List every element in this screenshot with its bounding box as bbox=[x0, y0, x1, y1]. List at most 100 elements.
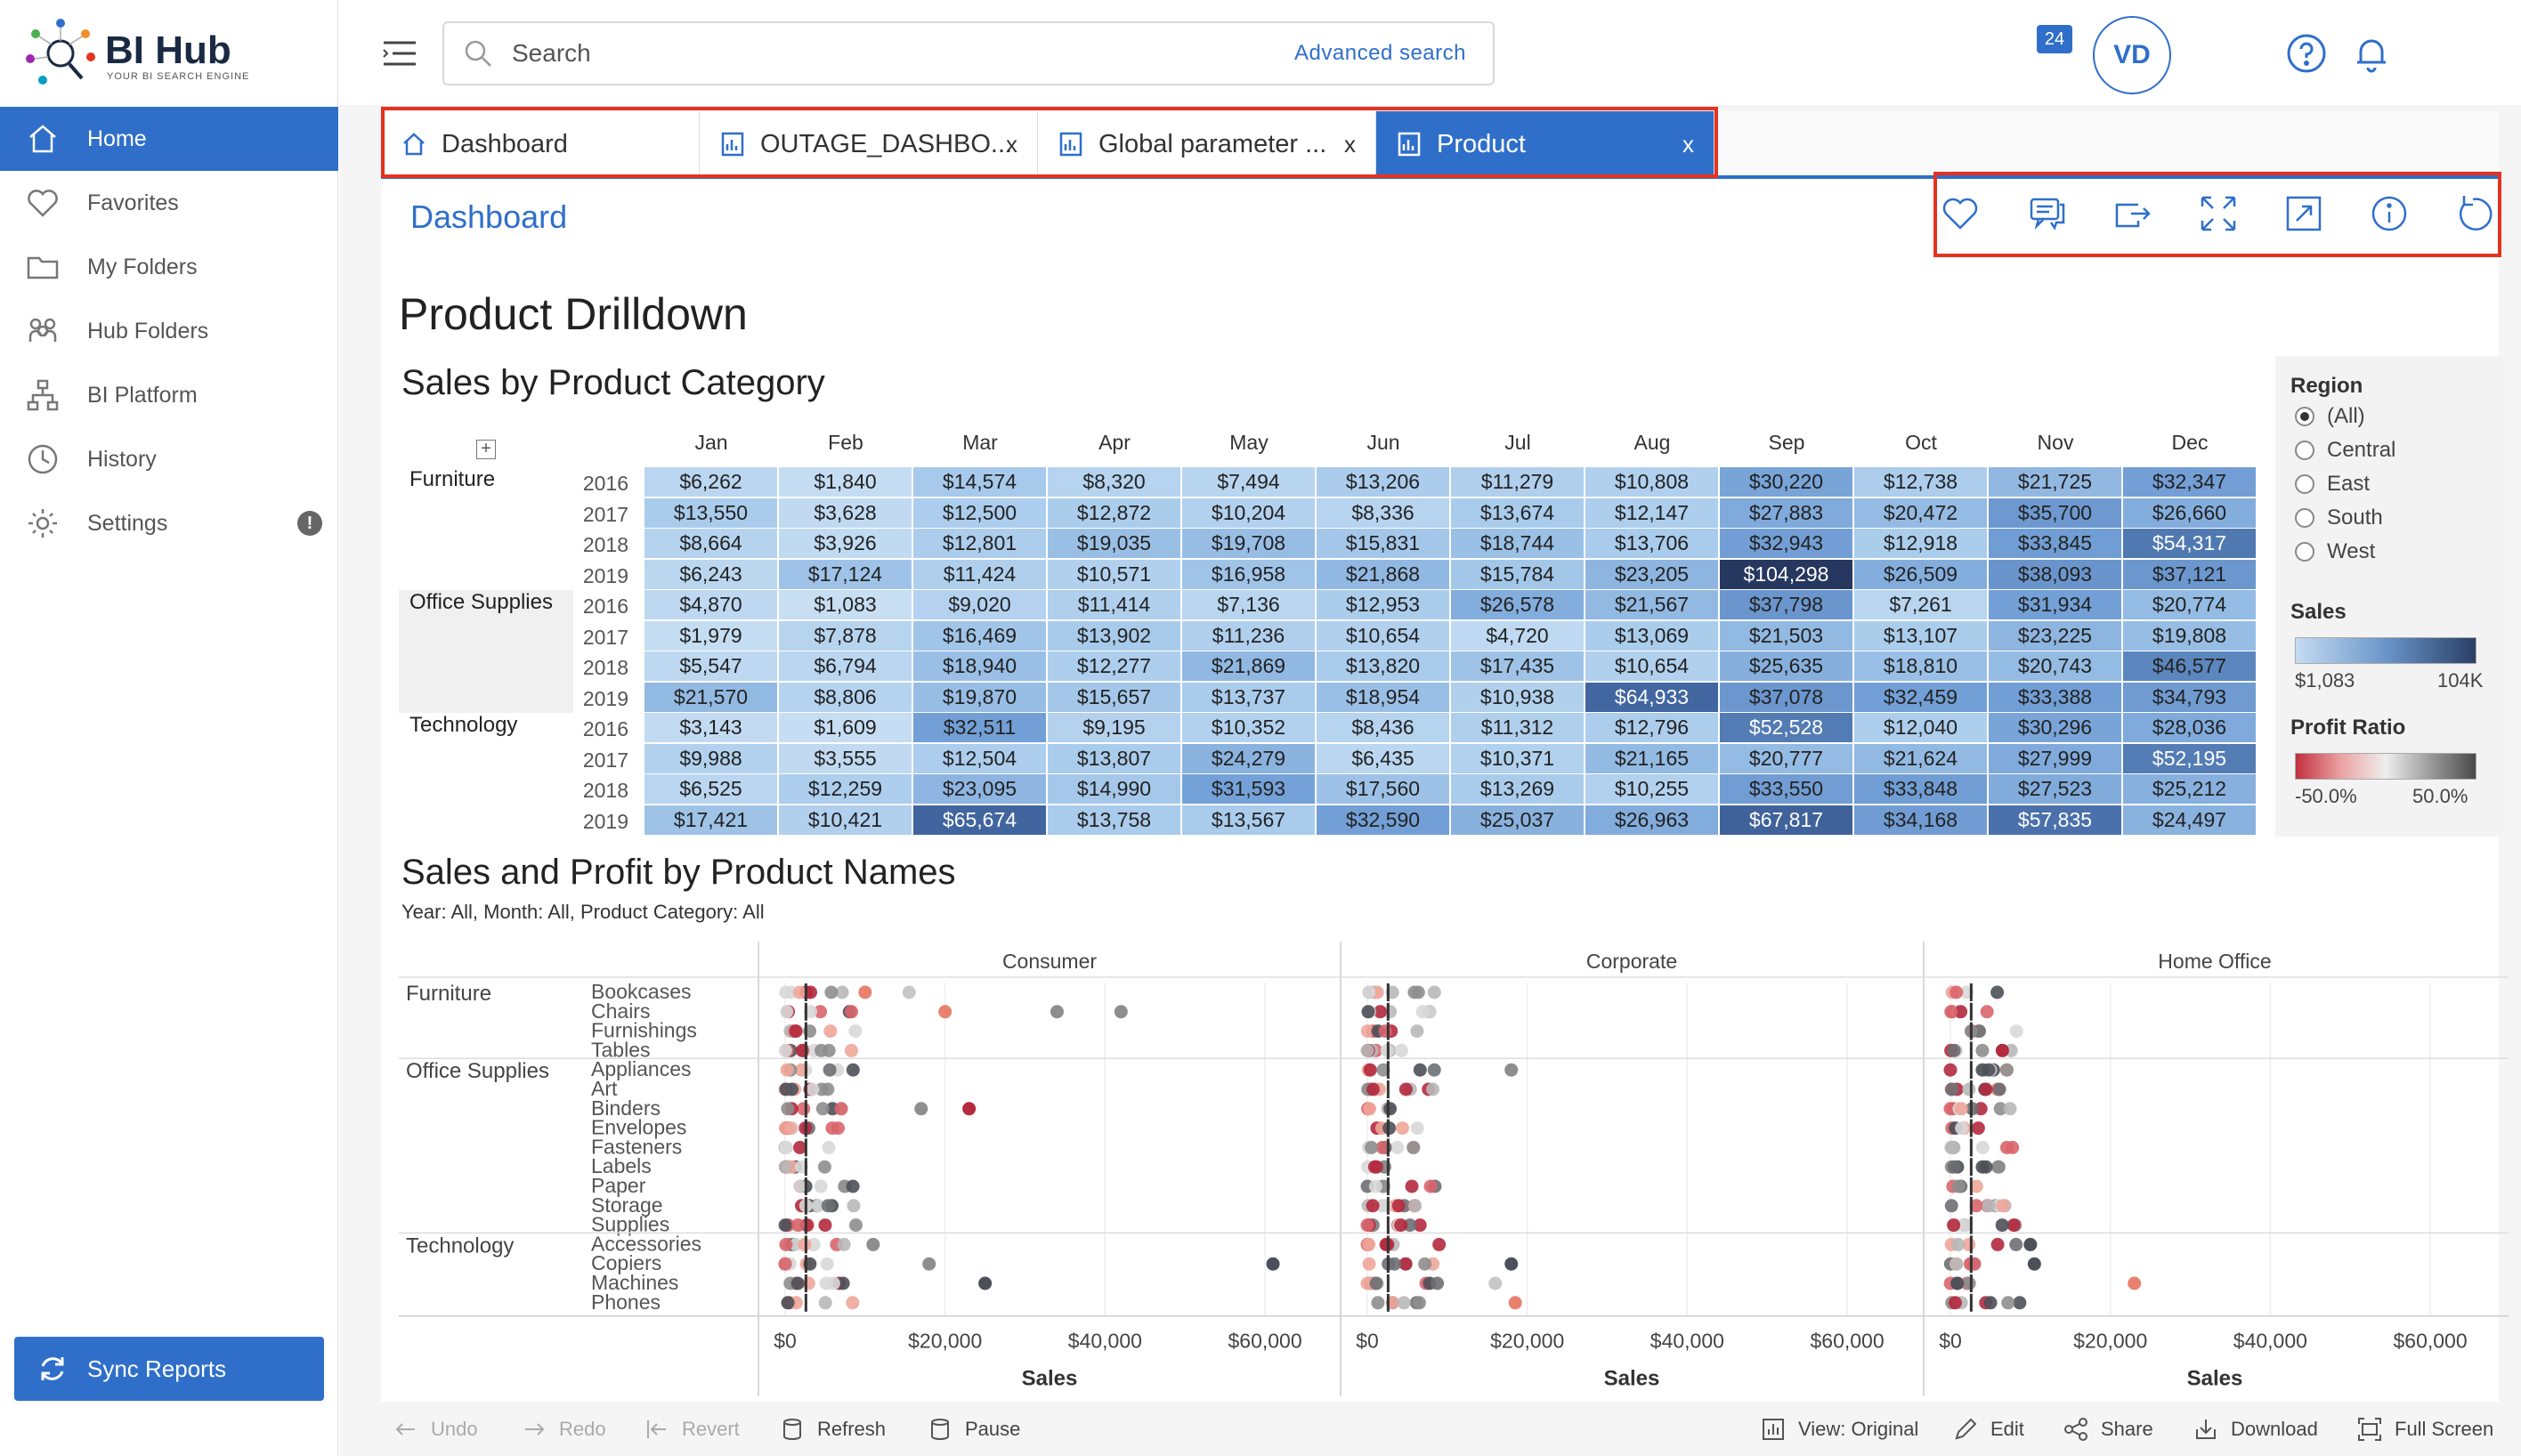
scatter-point[interactable] bbox=[1950, 1257, 1964, 1271]
heatmap-cell[interactable]: $31,934 bbox=[1989, 590, 2121, 619]
heatmap-cell[interactable]: $7,261 bbox=[1854, 590, 1987, 619]
heatmap-cell[interactable]: $16,469 bbox=[913, 620, 1046, 651]
tab-close-button[interactable]: x bbox=[1682, 131, 1694, 158]
heatmap-cell[interactable]: $7,878 bbox=[779, 620, 912, 651]
scatter-point[interactable] bbox=[790, 1276, 805, 1290]
scatter-point-outlier[interactable] bbox=[1504, 1257, 1519, 1271]
scatter-point[interactable] bbox=[1366, 1082, 1380, 1096]
scatter-point[interactable] bbox=[1951, 1237, 1966, 1251]
heatmap-cell[interactable]: $21,869 bbox=[1182, 651, 1315, 681]
scatter-point[interactable] bbox=[2001, 1296, 2015, 1310]
scatter-point[interactable] bbox=[1390, 1140, 1405, 1154]
heatmap-cell[interactable]: $104,298 bbox=[1720, 559, 1852, 589]
heatmap-cell[interactable]: $25,037 bbox=[1451, 805, 1584, 835]
scatter-point[interactable] bbox=[789, 1024, 803, 1039]
heatmap-cell[interactable]: $21,503 bbox=[1720, 620, 1852, 651]
scatter-point[interactable] bbox=[825, 1121, 839, 1136]
heatmap-cell[interactable]: $23,095 bbox=[913, 774, 1046, 804]
heatmap-cell[interactable]: $26,509 bbox=[1854, 559, 1987, 589]
heatmap-cell[interactable]: $15,657 bbox=[1048, 682, 1180, 712]
heatmap-cell[interactable]: $8,436 bbox=[1317, 713, 1449, 742]
scatter-chart[interactable]: Consumer $0 $20,000 $40,000 $60,000 Sales Corp… bbox=[399, 942, 2509, 1404]
advanced-search-link[interactable]: Advanced search bbox=[1294, 41, 1466, 66]
scatter-point[interactable] bbox=[1362, 1257, 1376, 1271]
refresh-icon[interactable] bbox=[2453, 192, 2496, 235]
scatter-point[interactable] bbox=[845, 1005, 859, 1019]
sidebar-item-bi-platform[interactable]: BI Platform bbox=[0, 363, 338, 427]
open-external-icon[interactable] bbox=[2282, 192, 2325, 235]
heatmap-cell[interactable]: $17,435 bbox=[1451, 651, 1584, 681]
heatmap-cell[interactable]: $12,801 bbox=[913, 529, 1046, 558]
heatmap-cell[interactable]: $31,593 bbox=[1182, 774, 1315, 804]
scatter-point[interactable] bbox=[1962, 1082, 1976, 1096]
scatter-point[interactable] bbox=[1394, 1218, 1408, 1233]
scatter-point[interactable] bbox=[2000, 1063, 2014, 1077]
scatter-point[interactable] bbox=[1360, 1218, 1374, 1233]
heatmap-cell[interactable]: $12,147 bbox=[1585, 497, 1718, 528]
heatmap-cell[interactable]: $3,926 bbox=[779, 529, 912, 558]
scatter-point[interactable] bbox=[1423, 1179, 1438, 1193]
heatmap-cell[interactable]: $32,943 bbox=[1720, 529, 1852, 558]
heatmap-cell[interactable]: $6,794 bbox=[779, 651, 912, 681]
heatmap-cell[interactable]: $32,459 bbox=[1854, 682, 1987, 712]
heatmap-cell[interactable]: $33,550 bbox=[1720, 774, 1852, 804]
scatter-point[interactable] bbox=[797, 1102, 811, 1116]
sidebar-item-my-folders[interactable]: My Folders bbox=[0, 235, 338, 299]
search-bar[interactable]: Search Advanced search bbox=[442, 21, 1495, 85]
region-option-central[interactable]: Central bbox=[2295, 438, 2395, 463]
scatter-point[interactable] bbox=[1412, 1296, 1426, 1310]
heatmap-cell[interactable]: $14,990 bbox=[1048, 774, 1180, 804]
heatmap-cell[interactable]: $4,870 bbox=[644, 590, 777, 619]
heatmap-cell[interactable]: $21,165 bbox=[1585, 743, 1718, 773]
heatmap-cell[interactable]: $54,317 bbox=[2123, 529, 2256, 558]
user-avatar[interactable]: VD bbox=[2093, 16, 2171, 94]
scatter-point[interactable] bbox=[1366, 1199, 1380, 1213]
scatter-point[interactable] bbox=[1948, 1296, 1962, 1310]
heatmap-cell[interactable]: $1,609 bbox=[779, 713, 912, 742]
scatter-point[interactable] bbox=[822, 1140, 836, 1154]
heatmap-cell[interactable]: $10,571 bbox=[1048, 559, 1180, 589]
scatter-point[interactable] bbox=[1944, 1199, 1958, 1213]
heatmap-cell[interactable]: $65,674 bbox=[913, 805, 1046, 835]
scatter-point[interactable] bbox=[1980, 1005, 1994, 1019]
sidebar-item-settings[interactable]: Settings ! bbox=[0, 491, 338, 555]
tab-global-parameter[interactable]: Global parameter ... x bbox=[1038, 111, 1376, 177]
scatter-point[interactable] bbox=[2006, 1218, 2021, 1233]
heatmap-cell[interactable]: $19,035 bbox=[1048, 529, 1180, 558]
heatmap-cell[interactable]: $6,525 bbox=[644, 774, 777, 804]
scatter-point[interactable] bbox=[1983, 1296, 1998, 1310]
search-input[interactable]: Search bbox=[512, 39, 1294, 68]
heatmap-cell[interactable]: $17,124 bbox=[779, 559, 912, 589]
heatmap-cell[interactable]: $12,796 bbox=[1585, 713, 1718, 742]
scatter-point[interactable] bbox=[2006, 1140, 2020, 1154]
scatter-point[interactable] bbox=[847, 1199, 861, 1213]
scatter-point-outlier[interactable] bbox=[2128, 1276, 2142, 1290]
scatter-point[interactable] bbox=[779, 985, 793, 999]
heatmap-cell[interactable]: $10,654 bbox=[1585, 651, 1718, 681]
sidebar-item-home[interactable]: Home bbox=[0, 107, 338, 171]
scatter-point[interactable] bbox=[820, 1257, 834, 1271]
heatmap-cell[interactable]: $11,312 bbox=[1451, 713, 1584, 742]
refresh-button[interactable]: Refresh bbox=[780, 1417, 886, 1442]
scatter-point-outlier[interactable] bbox=[962, 1102, 977, 1116]
scatter-point[interactable] bbox=[1947, 1140, 1961, 1154]
heatmap-cell[interactable]: $13,567 bbox=[1182, 805, 1315, 835]
scatter-point[interactable] bbox=[1992, 1082, 2006, 1096]
scatter-point[interactable] bbox=[1427, 1063, 1441, 1077]
scatter-point[interactable] bbox=[1432, 1237, 1447, 1251]
scatter-point[interactable] bbox=[792, 985, 807, 999]
heatmap-cell[interactable]: $25,635 bbox=[1720, 651, 1852, 681]
scatter-point[interactable] bbox=[1996, 1199, 2010, 1213]
heatmap-cell[interactable]: $24,497 bbox=[2123, 805, 2256, 835]
heatmap-cell[interactable]: $10,421 bbox=[779, 805, 912, 835]
scatter-point[interactable] bbox=[1947, 1218, 1961, 1233]
scatter-point-outlier[interactable] bbox=[1504, 1063, 1519, 1077]
expand-icon[interactable] bbox=[2197, 192, 2240, 235]
scatter-point[interactable] bbox=[1944, 1005, 1958, 1019]
tab-product[interactable]: Product x bbox=[1376, 111, 1714, 177]
category-label[interactable]: Furniture bbox=[399, 467, 573, 590]
heatmap-cell[interactable]: $27,523 bbox=[1989, 774, 2121, 804]
heatmap-cell[interactable]: $13,269 bbox=[1451, 774, 1584, 804]
region-option-west[interactable]: West bbox=[2295, 539, 2375, 564]
heatmap-cell[interactable]: $20,777 bbox=[1720, 743, 1852, 773]
